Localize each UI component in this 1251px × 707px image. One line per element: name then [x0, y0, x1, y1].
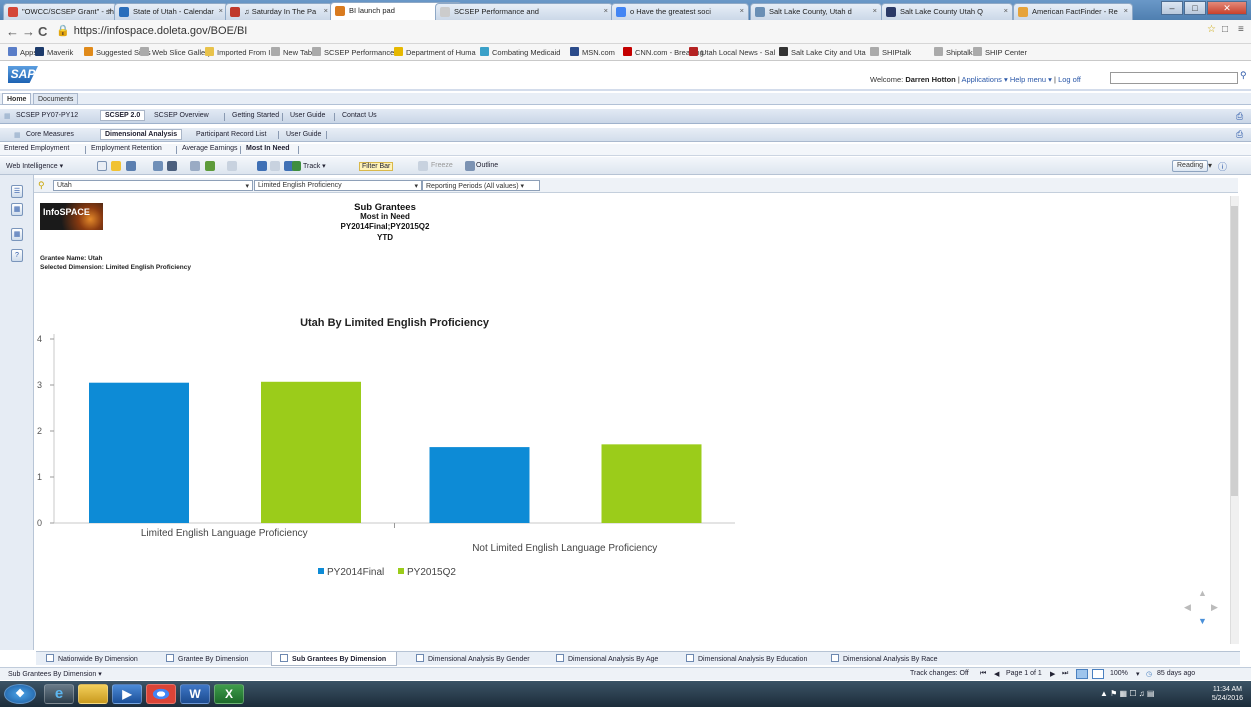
- clock-icon: ◷: [1146, 671, 1153, 678]
- report-tab-icon: [416, 654, 424, 662]
- report-tab-label: Dimensional Analysis By Education: [698, 656, 808, 663]
- y-tick-label: 4: [37, 334, 42, 344]
- report-tab-label: Dimensional Analysis By Age: [568, 656, 659, 663]
- bar-chart: Utah By Limited English Proficiency 0 1 2 3 4…: [37, 317, 735, 578]
- report-tab-label: Grantee By Dimension: [178, 656, 249, 663]
- report-tab-icon: [166, 654, 174, 662]
- legend-swatch: [318, 568, 324, 574]
- y-tick-label: 1: [37, 472, 42, 482]
- status-bar: Sub Grantees By Dimension ▾ Track change…: [0, 667, 1251, 680]
- start-button-icon[interactable]: ❖: [4, 684, 36, 704]
- quick-display-icon[interactable]: [1076, 669, 1088, 679]
- report-tab[interactable]: Dimensional Analysis By Gender: [416, 654, 530, 663]
- next-page-button[interactable]: ▶: [1050, 670, 1055, 678]
- page-navigation-arrows: ▲ ◀ ▶ ▼: [1180, 588, 1220, 628]
- last-refresh-age: 85 days ago: [1157, 670, 1196, 677]
- report-tab[interactable]: Sub Grantees By Dimension: [271, 652, 398, 666]
- previous-page-button[interactable]: ◀: [994, 670, 999, 678]
- chevron-down-icon[interactable]: ▾: [1136, 670, 1140, 678]
- file-explorer-icon[interactable]: [78, 684, 108, 704]
- last-page-button[interactable]: ⏭: [1062, 670, 1068, 678]
- windows-taskbar: ❖ e ▶ W X ▲ ⚑ ▦ ☐ ♫ ▤: [0, 681, 1251, 707]
- report-tab[interactable]: Dimensional Analysis By Age: [556, 654, 658, 663]
- y-tick-label: 3: [37, 380, 42, 390]
- report-tab-icon: [280, 654, 288, 662]
- report-tab[interactable]: Dimensional Analysis By Education: [686, 654, 807, 663]
- bar-py2014final: [429, 447, 530, 523]
- down-arrow-icon[interactable]: ▼: [1198, 616, 1207, 626]
- report-tab-icon: [686, 654, 694, 662]
- report-tab[interactable]: Nationwide By Dimension: [46, 654, 138, 663]
- right-arrow-icon[interactable]: ▶: [1211, 602, 1218, 613]
- report-tabs-bar: Nationwide By Dimension Grantee By Dimens…: [36, 651, 1240, 666]
- current-report-selector[interactable]: Sub Grantees By Dimension ▾: [8, 670, 102, 678]
- taskbar-clock[interactable]: 11:34 AM 5/24/2016: [1212, 685, 1243, 703]
- bar-py2014final: [89, 382, 189, 523]
- first-page-button[interactable]: ⏮: [980, 670, 986, 678]
- chrome-icon[interactable]: [146, 684, 176, 704]
- report-tab[interactable]: Dimensional Analysis By Race: [831, 654, 938, 663]
- internet-explorer-icon[interactable]: e: [44, 684, 74, 704]
- up-arrow-icon[interactable]: ▲: [1198, 588, 1207, 598]
- report-tab-label: Nationwide By Dimension: [58, 656, 138, 663]
- report-tab-icon: [556, 654, 564, 662]
- report-tab[interactable]: Grantee By Dimension: [166, 654, 248, 663]
- report-tab-label: Dimensional Analysis By Race: [843, 656, 938, 663]
- report-tab-label: Dimensional Analysis By Gender: [428, 656, 530, 663]
- report-tab-label: Sub Grantees By Dimension: [292, 656, 387, 663]
- legend-swatch: [398, 568, 404, 574]
- page-mode-icon[interactable]: [1092, 669, 1104, 679]
- x-category-label: Not Limited English Language Proficiency: [472, 543, 657, 554]
- clock-date: 5/24/2016: [1211, 695, 1243, 702]
- zoom-select[interactable]: 100%: [1110, 670, 1128, 677]
- track-changes-status: Track changes: Off: [910, 670, 969, 677]
- legend-label: PY2015Q2: [407, 567, 456, 578]
- legend-label: PY2014Final: [327, 567, 384, 578]
- report-tab-icon: [46, 654, 54, 662]
- media-player-icon[interactable]: ▶: [112, 684, 142, 704]
- system-tray-icons[interactable]: ▲ ⚑ ▦ ☐ ♫ ▤: [1100, 689, 1155, 698]
- y-tick-label: 0: [37, 518, 42, 528]
- bar-py2015q2: [601, 444, 702, 523]
- y-tick-label: 2: [37, 426, 42, 436]
- word-icon[interactable]: W: [180, 684, 210, 704]
- bar-py2015q2: [261, 381, 361, 523]
- chart-title: Utah By Limited English Proficiency: [300, 317, 490, 329]
- page-indicator: Page 1 of 1: [1006, 670, 1042, 677]
- report-tab-icon: [831, 654, 839, 662]
- clock-time: 11:34 AM: [1212, 686, 1242, 693]
- x-category-label: Limited English Language Proficiency: [141, 528, 308, 539]
- excel-icon[interactable]: X: [214, 684, 244, 704]
- left-arrow-icon[interactable]: ◀: [1184, 602, 1191, 613]
